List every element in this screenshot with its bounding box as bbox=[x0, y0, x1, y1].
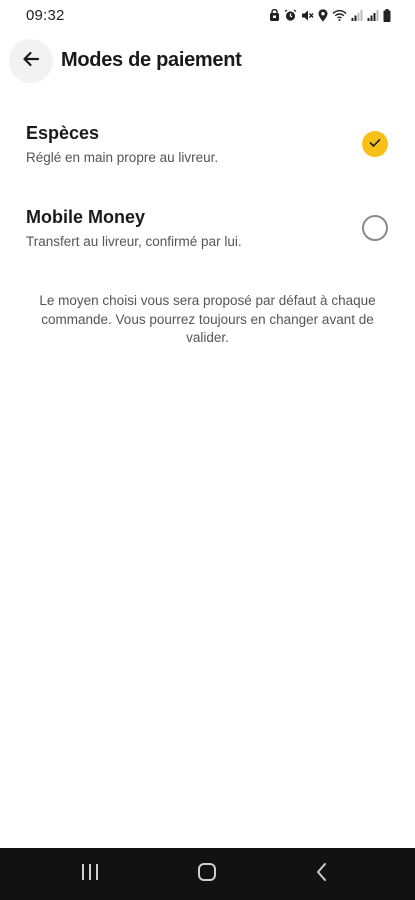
status-time: 09:32 bbox=[26, 7, 65, 24]
payment-option-cash[interactable]: Espèces Réglé en main propre au livreur. bbox=[0, 123, 415, 187]
arrow-left-icon bbox=[22, 50, 40, 73]
check-icon bbox=[369, 135, 381, 153]
radio-unselected[interactable] bbox=[362, 215, 388, 241]
page-title: Modes de paiement bbox=[61, 49, 242, 71]
location-icon bbox=[318, 8, 328, 22]
radio-selected[interactable] bbox=[362, 131, 388, 157]
home-icon bbox=[197, 862, 217, 887]
payment-option-title: Espèces bbox=[26, 123, 100, 143]
lock-icon bbox=[269, 9, 280, 21]
alarm-icon bbox=[284, 8, 297, 22]
battery-icon bbox=[383, 8, 391, 22]
back-button[interactable] bbox=[9, 39, 53, 83]
payment-option-title: Mobile Money bbox=[26, 207, 146, 227]
header: Modes de paiement bbox=[0, 38, 415, 84]
payment-option-description: Transfert au livreur, confirmé par lui. bbox=[26, 234, 242, 249]
payment-option-mobile-money[interactable]: Mobile Money Transfert au livreur, confi… bbox=[0, 207, 415, 271]
payment-option-description: Réglé en main propre au livreur. bbox=[26, 150, 219, 165]
recent-apps-button[interactable] bbox=[60, 848, 120, 900]
recent-apps-icon bbox=[80, 863, 100, 886]
signal-icon bbox=[351, 9, 363, 21]
navigation-bar bbox=[0, 848, 415, 900]
signal-icon bbox=[367, 9, 379, 21]
wifi-icon bbox=[332, 9, 347, 21]
back-icon bbox=[315, 862, 329, 887]
home-button[interactable] bbox=[177, 848, 237, 900]
status-icons bbox=[269, 8, 391, 22]
system-back-button[interactable] bbox=[292, 848, 352, 900]
mute-icon bbox=[301, 9, 314, 22]
default-method-note: Le moyen choisi vous sera proposé par dé… bbox=[39, 293, 376, 345]
status-bar: 09:32 bbox=[0, 0, 415, 32]
